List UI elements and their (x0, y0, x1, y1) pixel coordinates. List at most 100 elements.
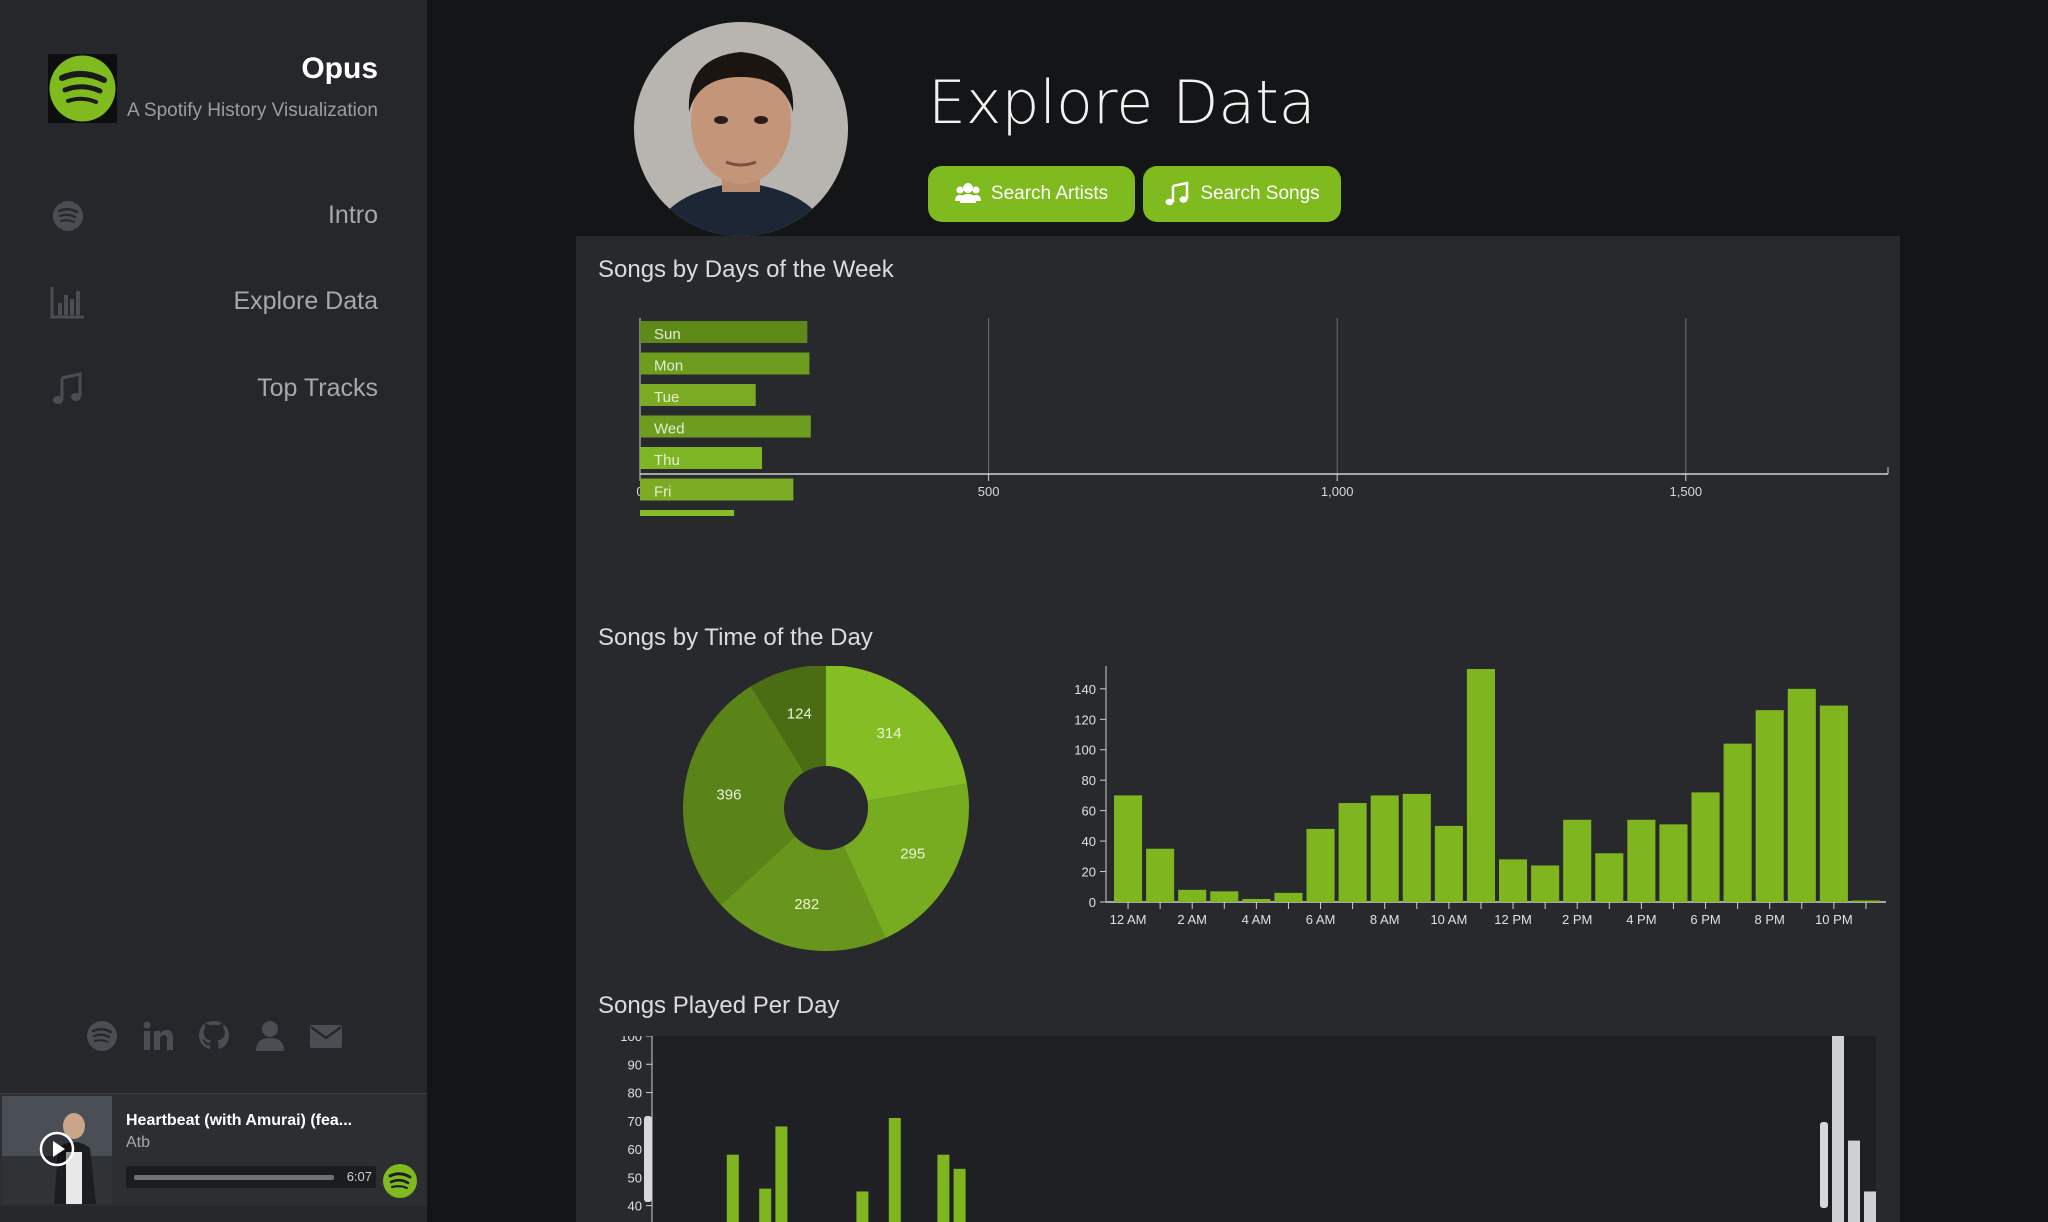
search-artists-label: Search Artists (990, 183, 1109, 204)
slice-label: 282 (794, 896, 819, 913)
bar (1627, 819, 1656, 902)
x-tick-label: 2 PM (1562, 912, 1592, 927)
bar (1659, 824, 1688, 902)
github-icon[interactable] (196, 1018, 232, 1054)
nav-item-top-tracks[interactable]: Top Tracks (40, 364, 378, 414)
y-tick-label: 40 (1082, 834, 1096, 849)
page-title: Explore Data (928, 68, 1316, 138)
bar (1466, 669, 1495, 902)
bar-label: Sat (654, 515, 677, 516)
linkedin-icon[interactable] (140, 1018, 176, 1054)
users-icon (954, 183, 981, 203)
bar-label: Tue (654, 389, 679, 406)
time-of-day-bar-chart: 0 20 40 60 80 100 120 140 12 AM 2 AM 4 AM 6 AM 8 AM 1… (1074, 666, 1886, 927)
album-art (2, 1096, 112, 1204)
bar (1402, 793, 1431, 902)
brush-handle-right (1820, 1122, 1828, 1208)
x-tick-label: 1,500 (1670, 484, 1703, 499)
bar-highlight (1864, 1191, 1876, 1222)
x-tick-label: 8 PM (1755, 912, 1785, 927)
play-icon[interactable] (38, 1130, 76, 1168)
nav-item-explore-data[interactable]: Explore Data (40, 277, 378, 327)
bar-highlight (1848, 1140, 1860, 1222)
x-tick-label: 6 AM (1306, 912, 1336, 927)
spotify-icon[interactable] (84, 1018, 120, 1054)
bar (1370, 795, 1399, 902)
nav-label: Top Tracks (257, 374, 378, 402)
bar (937, 1154, 950, 1222)
songs-per-day-chart: 30405060708090100 (620, 1036, 1876, 1222)
y-tick-label: 20 (1082, 865, 1096, 880)
progress-bar[interactable]: 6:07 (126, 1166, 376, 1188)
bar (1531, 865, 1560, 902)
brush-handle-left (644, 1116, 652, 1202)
section-title-time: Songs by Time of the Day (598, 624, 873, 651)
bar-chart-icon (50, 287, 84, 319)
bar (1210, 891, 1239, 902)
y-tick-label: 140 (1074, 682, 1096, 697)
bar (1114, 795, 1143, 902)
slice-label: 396 (716, 787, 741, 804)
bar-label: Wed (654, 421, 685, 438)
progress-track[interactable] (134, 1175, 334, 1180)
bar-label: Thu (654, 452, 680, 469)
bar (1434, 825, 1463, 902)
bar (775, 1126, 788, 1222)
time-of-day-pie-chart: 314 295 282 396 124 (683, 666, 969, 951)
music-player: Heartbeat (with Amurai) (fea... Atb 6:07 (0, 1093, 427, 1206)
track-artist: Atb (126, 1134, 151, 1151)
bar-label: Sun (654, 326, 681, 343)
section-title-per-day: Songs Played Per Day (598, 992, 840, 1019)
x-tick-label: 6 PM (1690, 912, 1720, 927)
y-tick-label: 70 (628, 1114, 642, 1129)
x-tick-label: 500 (978, 484, 1000, 499)
bar (1691, 792, 1720, 902)
slice-label: 295 (900, 846, 925, 863)
bar-label: Mon (654, 358, 683, 375)
x-tick-label: 2 AM (1177, 912, 1207, 927)
slice-label: 314 (877, 725, 902, 742)
y-tick-label: 50 (628, 1170, 642, 1185)
envelope-icon[interactable] (308, 1018, 344, 1054)
y-tick-label: 100 (620, 1036, 642, 1044)
music-note-icon (1165, 181, 1189, 206)
search-artists-button[interactable]: Search Artists (928, 166, 1135, 222)
nav-item-intro[interactable]: Intro (40, 191, 378, 241)
user-icon[interactable] (252, 1018, 288, 1054)
bar (1306, 828, 1335, 902)
bar (953, 1168, 966, 1222)
x-tick-label: 4 PM (1626, 912, 1656, 927)
track-time: 6:07 (346, 1169, 372, 1184)
nav-label: Intro (327, 201, 378, 229)
bar (1178, 889, 1207, 902)
y-tick-label: 0 (1089, 895, 1096, 910)
bar (759, 1188, 772, 1222)
bar (1723, 743, 1752, 902)
bar (1274, 892, 1303, 902)
x-tick-label: 1,000 (1321, 484, 1354, 499)
bar (1787, 688, 1816, 902)
bar (1146, 848, 1175, 902)
x-tick-label: 12 PM (1494, 912, 1532, 927)
x-tick-label: 12 AM (1110, 912, 1147, 927)
chart-background (652, 1036, 1876, 1222)
x-tick-label: 4 AM (1242, 912, 1272, 927)
x-tick-label: 8 AM (1370, 912, 1400, 927)
x-tick-label: 10 AM (1430, 912, 1467, 927)
bar (1338, 803, 1367, 902)
y-tick-label: 80 (1082, 773, 1096, 788)
spotify-logo-icon (48, 54, 117, 123)
y-tick-label: 100 (1074, 743, 1096, 758)
brand-title: Opus (301, 52, 378, 85)
bar (1499, 859, 1528, 902)
music-note-icon (53, 372, 82, 404)
bar (1851, 900, 1880, 902)
search-songs-button[interactable]: Search Songs (1143, 166, 1341, 222)
avatar (634, 22, 848, 236)
spotify-icon[interactable] (381, 1162, 419, 1200)
y-tick-label: 60 (628, 1142, 642, 1157)
bar (888, 1117, 901, 1222)
x-tick-label: 10 PM (1815, 912, 1853, 927)
brand-subtitle: A Spotify History Visualization (127, 100, 378, 121)
slice-label: 124 (787, 706, 812, 723)
